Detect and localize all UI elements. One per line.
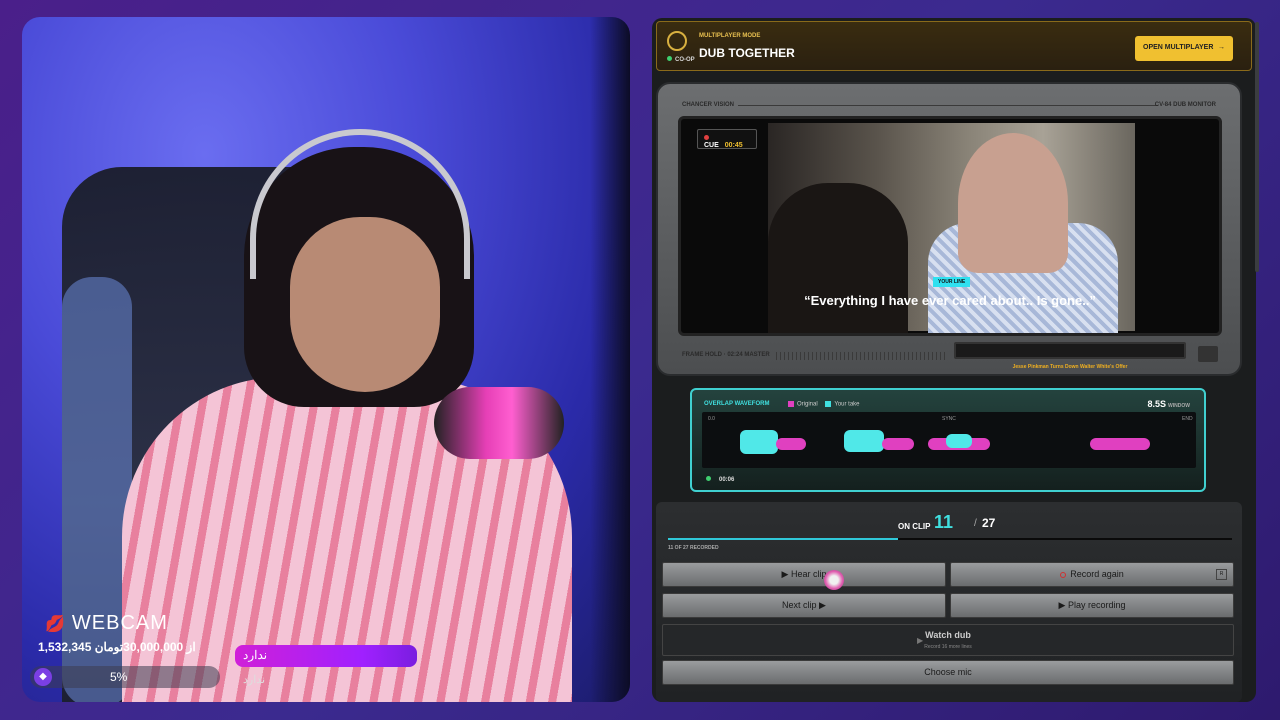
take-segment <box>844 430 884 452</box>
foreground-figure <box>768 183 908 333</box>
wave-start-label: 0.0 <box>708 416 715 422</box>
watch-dub-button[interactable]: ▶ Watch dub Record 16 more lines <box>662 624 1234 656</box>
hear-clip-button[interactable]: ▶ Hear clip <box>662 562 946 587</box>
legend-original: Original <box>797 401 818 408</box>
choose-mic-label: Choose mic <box>924 667 972 677</box>
monitor-model: CV-84 DUB MONITOR <box>1154 102 1216 108</box>
dice-icon: ◆ <box>34 668 52 686</box>
original-segment <box>882 438 914 450</box>
background-plant <box>590 17 630 702</box>
next-clip-label: Next clip ▶ <box>782 600 826 610</box>
take-swatch <box>825 401 832 407</box>
dub-monitor: CHANCER VISION CV-84 DUB MONITOR CUE 00:4… <box>656 82 1242 376</box>
play-recording-label: ▶ Play recording <box>1058 600 1126 610</box>
window-size: 8.5S WINDOW <box>1148 399 1190 409</box>
actor-face <box>958 133 1068 273</box>
webcam-panel <box>22 17 630 702</box>
users-icon <box>667 31 687 51</box>
mode-label: MULTIPLAYER MODE <box>699 33 761 39</box>
coop-badge: CO-OP <box>667 56 695 63</box>
headphones <box>250 129 470 279</box>
your-line-tag: YOUR LINE <box>933 277 971 287</box>
original-swatch <box>788 401 794 407</box>
donation-bar-sub: ندارد <box>243 674 266 686</box>
avatar-thumbnail <box>1198 346 1218 362</box>
clip-progress-fill <box>668 538 898 540</box>
on-clip-label: ON CLIP <box>898 522 931 531</box>
record-icon <box>1060 571 1067 578</box>
take-segment <box>946 434 972 448</box>
take-segment <box>740 430 778 454</box>
window-value: 8.5S <box>1147 399 1167 409</box>
next-clip-button[interactable]: Next clip ▶ <box>662 593 946 618</box>
banner-title: DUB TOGETHER <box>699 46 795 60</box>
monitor-footer: FRAME HOLD · 02:24 MASTER <box>682 352 770 358</box>
monitor-ticks <box>776 352 946 360</box>
legend-take: Your take <box>834 401 860 408</box>
waveform-legend: Original Your take <box>782 401 860 408</box>
spider-mask-cursor-icon <box>824 570 844 590</box>
arrow-right-icon: → <box>1218 44 1225 51</box>
goal-percent: 5% <box>110 670 128 684</box>
waveform-time: 00:06 <box>719 477 735 483</box>
monitor-status-bar <box>954 342 1186 359</box>
cue-time: 00:45 <box>724 142 743 149</box>
webcam-label-text: WEBCAM <box>71 612 168 634</box>
clip-current: 11 <box>934 512 954 532</box>
hear-clip-label: ▶ Hear clip <box>781 569 827 579</box>
record-again-button[interactable]: Record again R <box>950 562 1234 587</box>
open-multiplayer-label: OPEN MULTIPLAYER <box>1143 44 1214 51</box>
monitor-brand: CHANCER VISION <box>682 102 735 108</box>
lips-icon: 💋 <box>45 615 66 633</box>
donation-bar: ندارد <box>235 645 417 667</box>
scrollbar[interactable] <box>1255 22 1259 272</box>
wave-sync-label: SYNC <box>942 416 956 422</box>
webcam-label: 💋 WEBCAM <box>45 612 168 635</box>
waveform-header: OVERLAP WAVEFORM <box>704 401 770 407</box>
watch-dub-sub: Record 16 more lines <box>924 644 972 650</box>
original-segment <box>1090 438 1150 450</box>
original-segment <box>776 438 806 450</box>
cue-label: CUE <box>704 142 719 149</box>
cue-indicator: CUE 00:45 <box>697 129 757 149</box>
clip-separator: / <box>974 518 977 529</box>
open-multiplayer-button[interactable]: OPEN MULTIPLAYER → <box>1135 36 1233 61</box>
record-again-label: Record again <box>1070 569 1124 579</box>
record-shortcut-key: R <box>1216 569 1227 580</box>
wave-end-label: END <box>1182 416 1193 422</box>
watch-dub-label: Watch dub <box>925 630 971 640</box>
microphone <box>434 387 564 459</box>
clip-total: 27 <box>982 516 996 530</box>
record-dot-icon <box>704 135 709 140</box>
multiplayer-banner: CO-OP MULTIPLAYER MODE DUB TOGETHER OPEN… <box>656 21 1252 71</box>
choose-mic-button[interactable]: Choose mic <box>662 660 1234 685</box>
monitor-divider <box>738 105 1158 106</box>
window-label: WINDOW <box>1168 403 1190 409</box>
clip-caption: Jesse Pinkman Turns Down Walter White's … <box>1012 364 1128 370</box>
play-recording-button[interactable]: ▶ Play recording <box>950 593 1234 618</box>
overlap-waveform: OVERLAP WAVEFORM Original Your take 8.5S… <box>690 388 1206 492</box>
donation-goal-text: 1,532,345 از 30,000,000تومان <box>38 640 196 654</box>
video-screen[interactable]: CUE 00:45 YOUR LINE “Everything I have ev… <box>678 116 1222 336</box>
recorded-count: 11 OF 27 RECORDED <box>668 545 719 551</box>
subtitle-line: “Everything I have ever cared about.. Is… <box>804 293 1096 308</box>
